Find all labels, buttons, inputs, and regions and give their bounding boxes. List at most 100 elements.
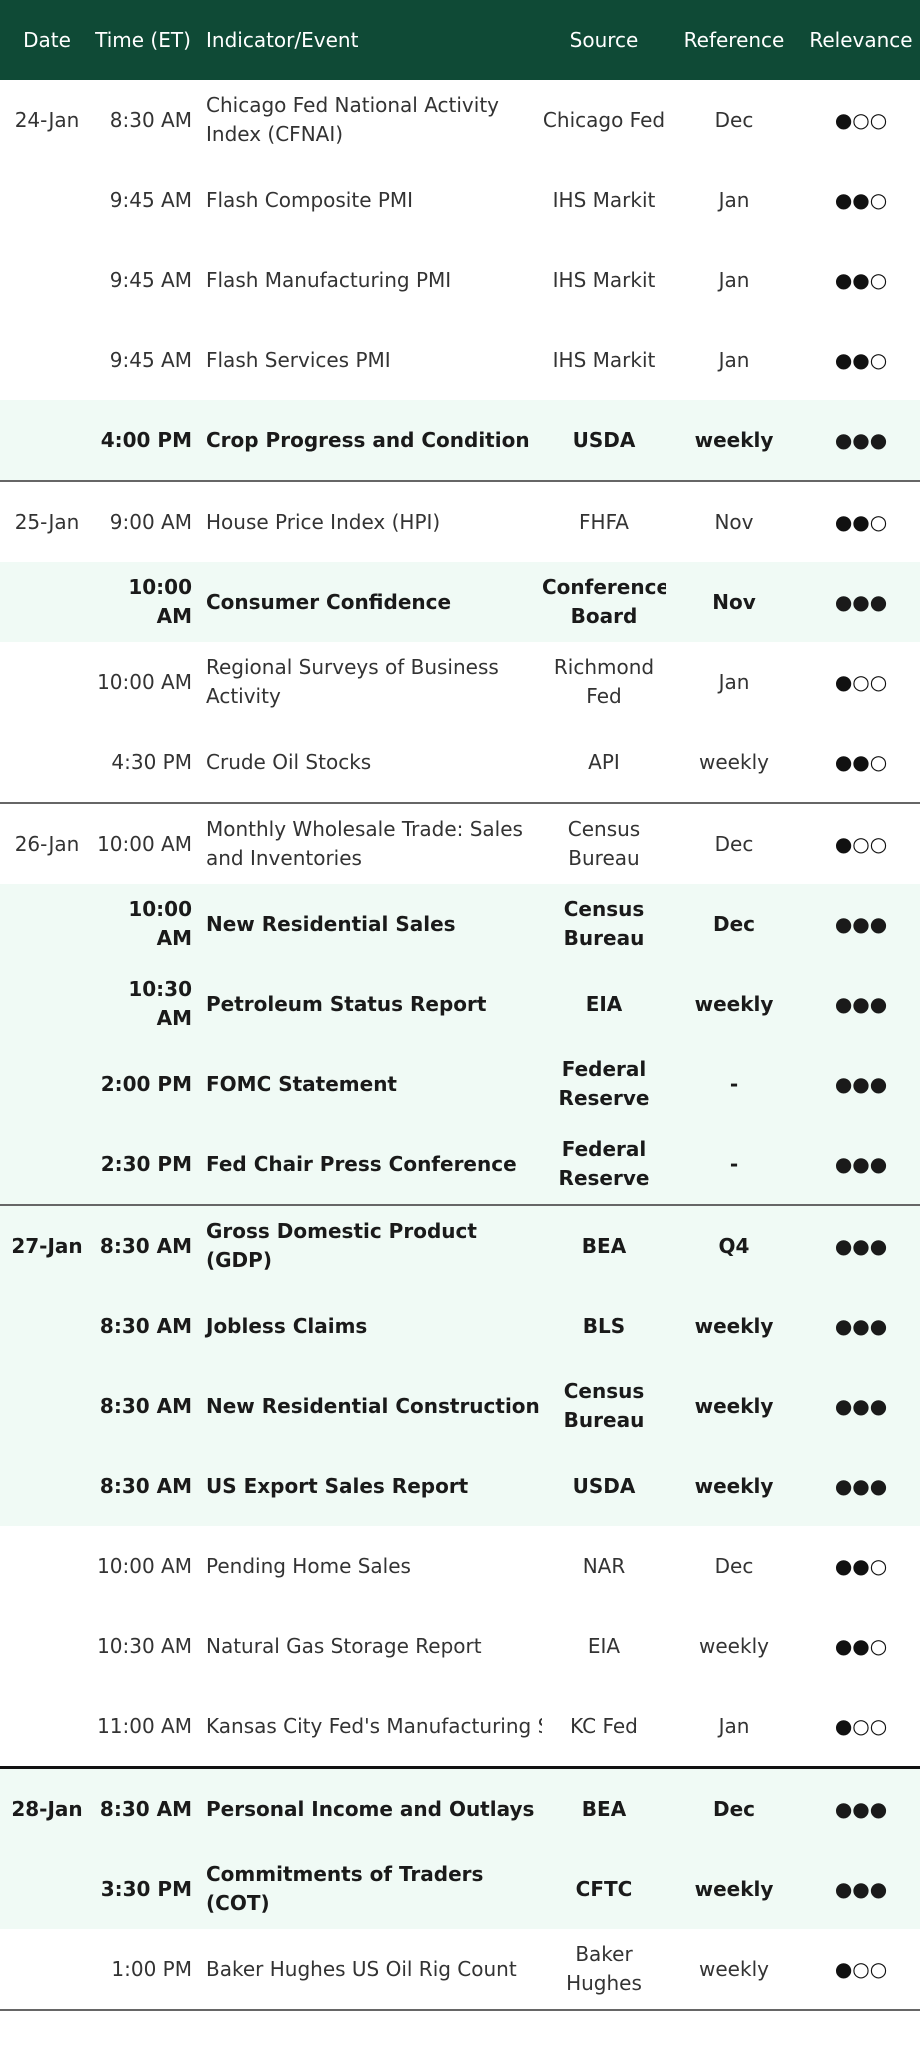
date-cell xyxy=(0,722,94,804)
relevance-cell: ●●● xyxy=(802,1286,920,1366)
date-cell: 26-Jan xyxy=(14,831,80,856)
source-cell: CFTC xyxy=(542,1849,666,1929)
reference-cell: Jan xyxy=(718,669,750,694)
time-cell: 8:30 AM xyxy=(94,1767,192,1849)
event-cell: Chicago Fed National Activity Index (CFN… xyxy=(206,93,499,146)
date-cell xyxy=(0,1929,94,2011)
time-cell: 8:30 AM xyxy=(94,1286,192,1366)
reference-cell: weekly xyxy=(666,1366,802,1446)
table-row: 10:30 AM Petroleum Status Report EIA weekly… xyxy=(0,964,920,1044)
event-cell: House Price Index (HPI) xyxy=(206,509,441,534)
time-cell: 8:30 AM xyxy=(94,1446,192,1526)
reference-cell: Nov xyxy=(714,509,754,534)
time-cell: 3:30 PM xyxy=(94,1849,192,1929)
date-cell xyxy=(0,1849,94,1929)
event-cell: Commitments of Traders (COT) xyxy=(192,1849,542,1929)
table-row: 8:30 AM Jobless Claims BLS weekly ●●● xyxy=(0,1286,920,1366)
relevance-cell: ●●● xyxy=(802,562,920,642)
source-cell: Conference Board xyxy=(542,562,666,642)
reference-cell: - xyxy=(666,1044,802,1124)
relevance-cell: ●●● xyxy=(802,964,920,1044)
relevance-cell: ●●● xyxy=(802,1044,920,1124)
event-cell: Baker Hughes US Oil Rig Count xyxy=(192,1929,542,2011)
source-cell: Federal Reserve xyxy=(542,1044,666,1124)
date-cell xyxy=(0,1044,94,1124)
source-cell: USDA xyxy=(542,400,666,482)
table-row: 24-Jan 8:30 AM Chicago Fed National Activi… xyxy=(0,80,920,160)
relevance-cell: ●○○ xyxy=(834,107,888,132)
date-cell: 24-Jan xyxy=(14,107,80,132)
date-cell xyxy=(0,1606,94,1686)
date-cell xyxy=(0,160,94,240)
relevance-cell: ●●○ xyxy=(802,722,920,804)
table-row: 10:00 AM Consumer Confidence Conference Bo… xyxy=(0,562,920,642)
table-row: 10:00 AM New Residential Sales Census Bure… xyxy=(0,884,920,964)
event-cell: Consumer Confidence xyxy=(192,562,542,642)
date-cell xyxy=(0,562,94,642)
time-cell: 10:30 AM xyxy=(97,1633,192,1658)
source-cell: NAR xyxy=(582,1553,626,1578)
time-cell: 10:00 AM xyxy=(94,884,192,964)
reference-cell: Jan xyxy=(718,187,750,212)
reference-cell: Nov xyxy=(666,562,802,642)
table-row: 10:00 AM Pending Home Sales NAR Dec ●●○ xyxy=(0,1526,920,1606)
source-cell: IHS Markit xyxy=(552,267,656,292)
event-cell: US Export Sales Report xyxy=(192,1446,542,1526)
reference-cell: weekly xyxy=(666,1929,802,2011)
date-cell xyxy=(0,1446,94,1526)
source-cell: EIA xyxy=(542,964,666,1044)
relevance-cell: ●●● xyxy=(802,1366,920,1446)
event-cell: FOMC Statement xyxy=(192,1044,542,1124)
event-cell: New Residential Sales xyxy=(192,884,542,964)
header-relevance: Relevance xyxy=(802,0,920,80)
relevance-cell: ●○○ xyxy=(834,669,888,694)
date-cell xyxy=(0,1526,94,1606)
relevance-cell: ●●● xyxy=(802,400,920,482)
event-cell: Fed Chair Press Conference xyxy=(192,1124,542,1206)
table-row: 4:00 PM Crop Progress and Condition USDA we… xyxy=(0,400,920,482)
reference-cell: weekly xyxy=(666,964,802,1044)
source-cell: Chicago Fed xyxy=(542,107,666,132)
time-cell: 11:00 AM xyxy=(94,1686,192,1769)
source-cell: Baker Hughes xyxy=(542,1929,666,2011)
event-cell: Flash Services PMI xyxy=(206,347,391,372)
event-cell: Personal Income and Outlays xyxy=(192,1767,542,1849)
time-cell: 8:30 AM xyxy=(94,1366,192,1446)
header-event: Indicator/Event xyxy=(192,0,542,80)
reference-cell: weekly xyxy=(666,1849,802,1929)
relevance-cell: ●●● xyxy=(802,1124,920,1206)
source-cell: IHS Markit xyxy=(552,187,656,212)
event-cell: Flash Manufacturing PMI xyxy=(206,267,452,292)
time-cell: 8:30 AM xyxy=(94,1205,192,1286)
source-cell: Richmond Fed xyxy=(553,655,655,708)
reference-cell: Jan xyxy=(718,347,750,372)
time-cell: 4:00 PM xyxy=(94,400,192,482)
time-cell: 2:00 PM xyxy=(94,1044,192,1124)
table-row: 9:45 AM Flash Composite PMI IHS Markit Jan ●… xyxy=(0,160,920,240)
date-cell xyxy=(0,400,94,482)
event-cell: Jobless Claims xyxy=(192,1286,542,1366)
table-row: 4:30 PM Crude Oil Stocks API weekly ●●○ xyxy=(0,722,920,804)
date-cell: 25-Jan xyxy=(14,509,80,534)
date-cell xyxy=(0,1686,94,1769)
date-cell xyxy=(0,1124,94,1206)
time-cell: 2:30 PM xyxy=(94,1124,192,1206)
time-cell: 8:30 AM xyxy=(109,107,192,132)
source-cell: USDA xyxy=(542,1446,666,1526)
time-cell: 10:00 AM xyxy=(94,562,192,642)
relevance-cell: ●●○ xyxy=(834,347,888,372)
source-cell: Census Bureau xyxy=(567,817,641,870)
source-cell: KC Fed xyxy=(542,1686,666,1769)
date-cell xyxy=(0,1286,94,1366)
event-cell: Flash Composite PMI xyxy=(206,187,414,212)
event-cell: Kansas City Fed's Manufacturing Su xyxy=(192,1686,542,1769)
table-row: 10:00 AM Regional Surveys of Business Act… xyxy=(0,642,920,722)
relevance-cell: ●●● xyxy=(802,1205,920,1286)
reference-cell: weekly xyxy=(699,1633,769,1658)
reference-cell: Dec xyxy=(714,1553,754,1578)
event-cell: Petroleum Status Report xyxy=(192,964,542,1044)
table-row: 8:30 AM New Residential Construction Censu… xyxy=(0,1366,920,1446)
table-row: 25-Jan 9:00 AM House Price Index (HPI) FHFA… xyxy=(0,481,920,562)
date-cell: 27-Jan xyxy=(0,1205,94,1286)
event-cell: Pending Home Sales xyxy=(206,1553,411,1578)
